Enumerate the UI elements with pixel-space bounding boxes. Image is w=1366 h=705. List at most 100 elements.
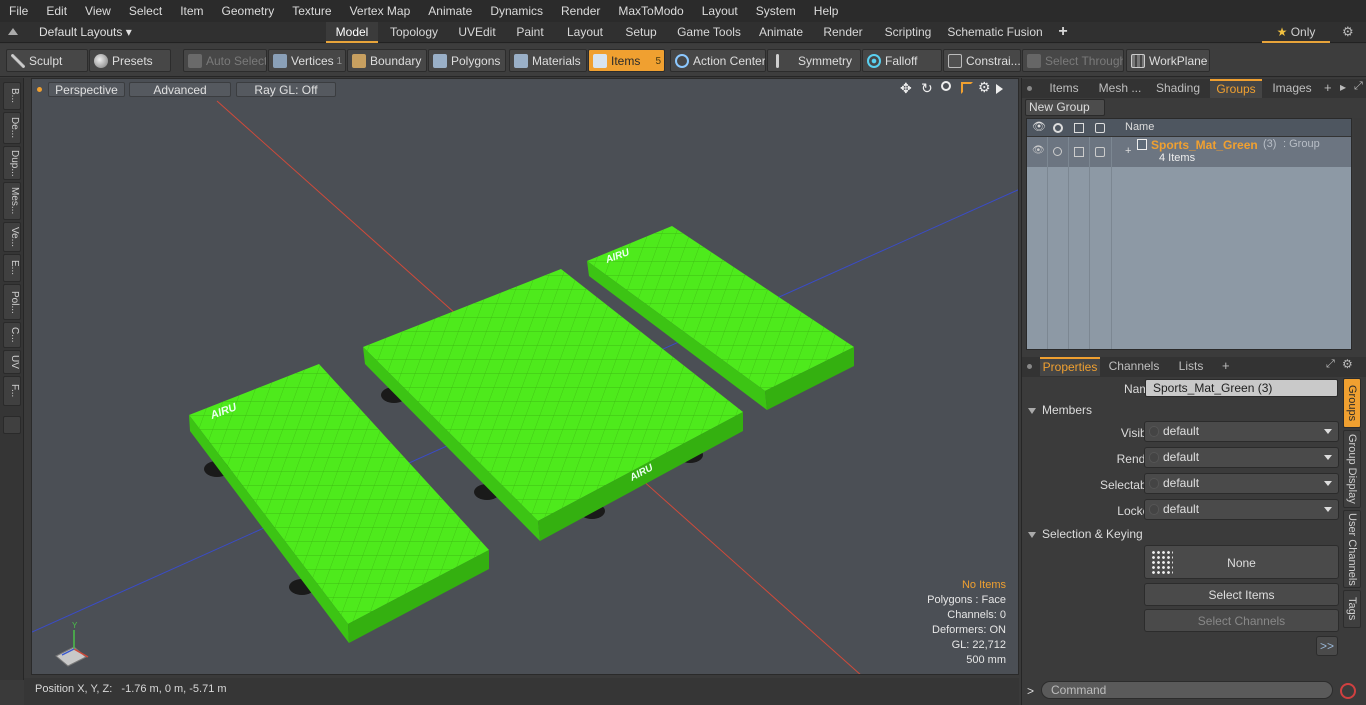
menu-help[interactable]: Help <box>805 0 848 22</box>
tab-groups[interactable]: Groups <box>1210 79 1262 98</box>
side-tab-user-channels[interactable]: User Channels <box>1343 510 1361 588</box>
render-toggle[interactable] <box>1053 147 1062 156</box>
menu-file[interactable]: File <box>0 0 37 22</box>
menu-system[interactable]: System <box>747 0 805 22</box>
tab-items[interactable]: Items <box>1040 79 1088 98</box>
select-items-button[interactable]: Select Items <box>1144 583 1339 606</box>
side-tab-tags[interactable]: Tags <box>1343 590 1361 628</box>
panel-menu-dot[interactable] <box>1027 86 1032 91</box>
constraints-button[interactable]: Constrai... <box>943 49 1021 72</box>
left-tab-deform[interactable]: De... <box>3 112 21 144</box>
menu-render[interactable]: Render <box>552 0 609 22</box>
more-button[interactable]: >> <box>1316 636 1338 656</box>
polygons-button[interactable]: Polygons <box>428 49 506 72</box>
panel-menu-dot[interactable] <box>1027 364 1032 369</box>
tab-layout[interactable]: Layout <box>560 22 610 43</box>
left-tab-polygon[interactable]: Pol... <box>3 284 21 320</box>
group-name-field[interactable]: Sports_Mat_Green (3) <box>1145 379 1338 397</box>
raygl-toggle-button[interactable]: Ray GL: Off <box>236 82 336 97</box>
layout-settings-icon[interactable]: ⚙ <box>1342 24 1354 40</box>
lock-icon[interactable] <box>1095 123 1105 133</box>
sculpt-button[interactable]: Sculpt <box>6 49 88 72</box>
select-through-button[interactable]: Select Through <box>1022 49 1124 72</box>
viewport-menu-dot[interactable] <box>37 87 42 92</box>
side-tab-group-display[interactable]: Group Display <box>1343 430 1361 508</box>
left-tab-edge[interactable]: E... <box>3 254 21 282</box>
select-channels-button[interactable]: Select Channels <box>1144 609 1339 632</box>
only-toggle[interactable]: ★ Only <box>1262 22 1330 43</box>
keying-none-button[interactable]: None <box>1144 545 1339 579</box>
tab-images[interactable]: Images <box>1268 79 1316 98</box>
menu-view[interactable]: View <box>76 0 120 22</box>
left-tab-fusion[interactable]: F... <box>3 376 21 406</box>
vertices-button[interactable]: Vertices 1 <box>268 49 346 72</box>
tab-schematic-fusion[interactable]: Schematic Fusion <box>946 22 1044 43</box>
select-icon[interactable] <box>1074 123 1084 133</box>
tab-model[interactable]: Model <box>326 22 378 43</box>
boundary-button[interactable]: Boundary <box>347 49 427 72</box>
panel-expand-icon[interactable]: ⤢ <box>1326 358 1335 371</box>
fit-view-icon[interactable] <box>961 82 973 94</box>
menu-edit[interactable]: Edit <box>37 0 76 22</box>
locked-dropdown[interactable]: default <box>1144 499 1339 520</box>
workplane-button[interactable]: WorkPlane <box>1126 49 1210 72</box>
left-tab-duplicate[interactable]: Dup... <box>3 146 21 180</box>
items-button[interactable]: Items 5 <box>588 49 665 72</box>
expand-group-icon[interactable]: + <box>1125 145 1131 157</box>
tab-render[interactable]: Render <box>816 22 870 43</box>
falloff-button[interactable]: Falloff <box>862 49 942 72</box>
menu-maxtomodo[interactable]: MaxToModo <box>609 0 692 22</box>
viewport-scene[interactable]: AIRU AIRU AIRU Y <box>32 79 1019 675</box>
add-layout-tab-button[interactable]: + <box>1052 22 1074 43</box>
new-group-button[interactable]: New Group <box>1025 99 1105 116</box>
left-tab-curve[interactable]: C... <box>3 322 21 348</box>
viewport-expand-icon[interactable] <box>996 84 1003 94</box>
add-tab-icon[interactable]: + <box>1324 80 1332 95</box>
selection-keying-section[interactable]: Selection & Keying <box>1028 527 1143 541</box>
tab-lists[interactable]: Lists <box>1168 357 1214 376</box>
record-macro-icon[interactable] <box>1340 683 1356 699</box>
render-dropdown[interactable]: default <box>1144 447 1339 468</box>
view-type-button[interactable]: Perspective <box>48 82 125 97</box>
viewport-settings-icon[interactable]: ⚙ <box>978 79 991 96</box>
menu-select[interactable]: Select <box>120 0 171 22</box>
side-tab-groups[interactable]: Groups <box>1343 378 1361 428</box>
symmetry-button[interactable]: Symmetry <box>767 49 861 72</box>
name-column-header[interactable]: Name <box>1125 121 1154 133</box>
default-layouts-dropdown[interactable]: Default Layouts ▾ <box>39 25 132 39</box>
menu-texture[interactable]: Texture <box>283 0 340 22</box>
menu-animate[interactable]: Animate <box>419 0 481 22</box>
tab-channels[interactable]: Channels <box>1106 357 1162 376</box>
visibility-toggle[interactable]: 👁 <box>1032 145 1045 156</box>
left-tab-vertex[interactable]: Ve... <box>3 222 21 252</box>
tab-topology[interactable]: Topology <box>384 22 444 43</box>
auto-select-button[interactable]: Auto Select <box>183 49 267 72</box>
menu-layout[interactable]: Layout <box>693 0 747 22</box>
left-tab-mesh[interactable]: Mes... <box>3 182 21 220</box>
render-icon[interactable] <box>1053 123 1063 133</box>
menu-geometry[interactable]: Geometry <box>213 0 284 22</box>
pan-icon[interactable]: ✥ <box>900 80 912 97</box>
left-strip-toggle[interactable] <box>3 416 21 434</box>
panel-options-icon[interactable]: ▸ <box>1340 80 1346 94</box>
menu-dynamics[interactable]: Dynamics <box>481 0 552 22</box>
menu-vertex-map[interactable]: Vertex Map <box>341 0 420 22</box>
layout-collapse-icon[interactable] <box>8 28 18 35</box>
presets-button[interactable]: Presets <box>89 49 171 72</box>
menu-item[interactable]: Item <box>171 0 212 22</box>
tab-game-tools[interactable]: Game Tools <box>672 22 746 43</box>
tab-shading[interactable]: Shading <box>1152 79 1204 98</box>
tab-properties[interactable]: Properties <box>1040 357 1100 376</box>
panel-expand-icon[interactable]: ⤢ <box>1354 80 1363 93</box>
command-input[interactable]: Command <box>1041 681 1333 699</box>
tab-setup[interactable]: Setup <box>618 22 664 43</box>
tab-uvedit[interactable]: UVEdit <box>452 22 502 43</box>
group-list[interactable]: 👁 Name 👁 + Sports_Mat_Green (3) : Group … <box>1026 118 1352 350</box>
members-section[interactable]: Members <box>1028 403 1092 417</box>
shading-mode-button[interactable]: Advanced <box>129 82 231 97</box>
group-row[interactable]: 👁 + Sports_Mat_Green (3) : Group 4 Items <box>1027 137 1351 167</box>
lock-toggle[interactable] <box>1095 147 1105 157</box>
rotate-icon[interactable]: ↻ <box>921 80 933 97</box>
tab-paint[interactable]: Paint <box>510 22 550 43</box>
action-center-button[interactable]: Action Center <box>670 49 766 72</box>
